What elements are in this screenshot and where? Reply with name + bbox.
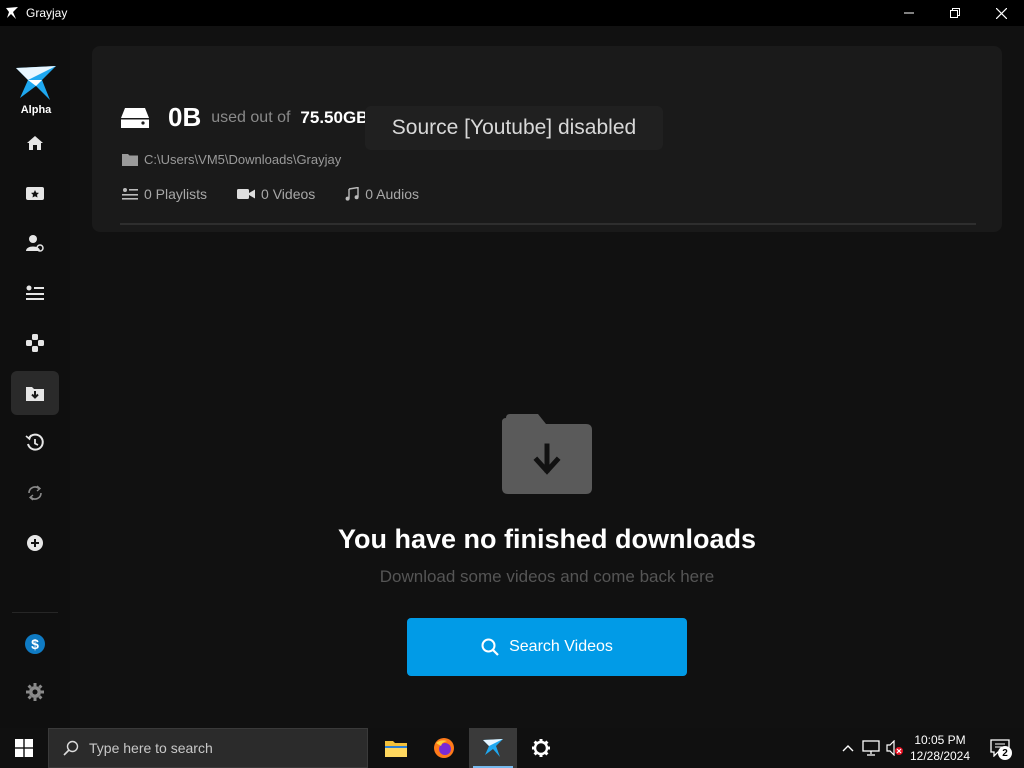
tray-network[interactable]	[860, 728, 882, 768]
sidebar-item-sources[interactable]	[11, 321, 59, 365]
taskbar-search-placeholder: Type here to search	[89, 740, 213, 756]
minimize-icon	[904, 12, 914, 14]
sidebar-item-downloads[interactable]	[11, 371, 59, 415]
taskbar-file-explorer[interactable]	[372, 728, 420, 768]
star-card-icon	[26, 187, 44, 200]
sidebar-item-settings[interactable]	[11, 670, 59, 714]
storage-used-value: 0B	[168, 102, 202, 132]
grayjay-logo-icon	[483, 739, 503, 757]
gear-icon	[26, 683, 44, 701]
window-title: Grayjay	[26, 6, 68, 20]
window-controls	[886, 0, 1024, 26]
home-icon	[27, 136, 43, 150]
clock-time: 10:05 PM	[914, 733, 966, 747]
download-path[interactable]: C:\Users\VM5\Downloads\Grayjay	[122, 152, 341, 167]
drive-icon	[121, 107, 149, 128]
sidebar-item-history[interactable]	[11, 421, 59, 465]
search-icon	[481, 638, 499, 656]
sidebar-item-donate[interactable]: $	[11, 622, 59, 666]
taskbar-settings[interactable]	[517, 728, 565, 768]
sidebar-item-playlists[interactable]	[11, 271, 59, 315]
grayjay-logo-icon	[4, 5, 20, 21]
playlists-count: 0 Playlists	[144, 186, 208, 202]
app-window: Alpha $ 0B used out of 75.50GB C:\Users\…	[0, 26, 1024, 728]
empty-downloads-folder-icon	[502, 414, 592, 494]
audios-count: 0 Audios	[365, 186, 419, 202]
storage-total-value: 75.50GB	[300, 107, 369, 127]
windows-logo-icon	[15, 739, 33, 757]
sidebar-divider	[12, 612, 58, 613]
taskbar-grayjay[interactable]	[469, 728, 517, 768]
logo-label: Alpha	[20, 104, 52, 116]
playlists-stat: 0 Playlists	[122, 186, 207, 202]
notification-count-badge: 2	[998, 746, 1012, 760]
grayjay-logo-icon	[16, 66, 56, 100]
taskbar-search-box[interactable]: Type here to search	[48, 728, 368, 768]
close-button[interactable]	[978, 0, 1024, 26]
sidebar-item-home[interactable]	[11, 121, 59, 165]
videos-count: 0 Videos	[261, 186, 316, 202]
search-icon	[63, 740, 79, 756]
sources-icon	[26, 334, 44, 352]
storage-used-label: used out of	[211, 108, 291, 126]
toast-notification: Source [Youtube] disabled	[365, 106, 663, 150]
empty-state-subtitle: Download some videos and come back here	[379, 567, 715, 586]
folder-icon	[122, 154, 138, 166]
storage-summary: 0B used out of 75.50GB	[120, 102, 368, 133]
start-button[interactable]	[0, 728, 48, 768]
dollar-icon: $	[25, 634, 45, 654]
app-logo[interactable]: Alpha	[12, 64, 60, 120]
svg-text:$: $	[31, 636, 39, 652]
sidebar-item-creators[interactable]	[11, 221, 59, 265]
title-bar: Grayjay	[0, 0, 1024, 26]
restore-icon	[950, 8, 960, 18]
download-stats: 0 Playlists 0 Videos 0 Audios	[122, 186, 449, 202]
videos-stat: 0 Videos	[237, 186, 315, 202]
action-center-button[interactable]: 2	[980, 728, 1020, 768]
sidebar-item-subscriptions[interactable]	[11, 171, 59, 215]
card-divider	[120, 223, 976, 225]
taskbar-firefox[interactable]	[420, 728, 468, 768]
windows-taskbar: Type here to search 10:05 PM 12/28/2024 …	[0, 728, 1024, 768]
sync-icon	[28, 485, 42, 501]
file-explorer-icon	[385, 741, 407, 757]
video-camera-icon	[237, 189, 256, 199]
empty-state-title: You have no finished downloads	[337, 524, 757, 554]
playlist-icon	[122, 188, 138, 200]
audios-stat: 0 Audios	[345, 186, 419, 202]
close-icon	[995, 7, 1007, 19]
tray-overflow-button[interactable]	[838, 728, 858, 768]
download-path-text: C:\Users\VM5\Downloads\Grayjay	[144, 152, 342, 167]
restore-button[interactable]	[932, 0, 978, 26]
firefox-icon	[434, 738, 454, 758]
music-note-icon	[345, 187, 359, 201]
search-videos-button[interactable]: Search Videos	[407, 618, 687, 676]
playlist-icon	[26, 285, 44, 300]
search-videos-label: Search Videos	[509, 638, 613, 655]
user-gear-icon	[26, 235, 44, 252]
sidebar: Alpha $	[0, 26, 70, 728]
chevron-up-icon	[842, 745, 854, 752]
download-folder-icon	[26, 387, 44, 401]
history-icon	[25, 433, 44, 451]
network-icon	[862, 740, 880, 756]
minimize-button[interactable]	[886, 0, 932, 26]
gear-icon	[532, 739, 550, 757]
taskbar-clock[interactable]: 10:05 PM 12/28/2024	[900, 732, 980, 764]
sidebar-item-sync[interactable]	[11, 471, 59, 515]
clock-date: 12/28/2024	[909, 749, 971, 763]
